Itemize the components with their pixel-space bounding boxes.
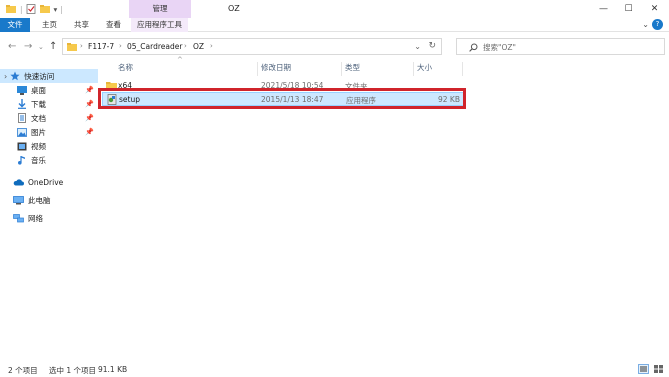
folder-icon[interactable] <box>6 4 16 14</box>
status-item-count: 2 个项目 <box>8 366 38 375</box>
sidebar-item-downloads[interactable]: 下载 📌 <box>0 97 98 111</box>
sidebar-item-network[interactable]: 网络 <box>0 211 98 225</box>
sidebar-item-desktop[interactable]: 桌面 📌 <box>0 83 98 97</box>
recent-locations-button[interactable]: ⌄ <box>38 43 44 51</box>
sidebar-item-label: 视频 <box>31 141 46 151</box>
forward-button[interactable]: → <box>24 41 32 52</box>
help-icon[interactable]: ? <box>652 19 663 30</box>
window-title: OZ <box>228 4 240 13</box>
pin-icon: 📌 <box>85 100 94 108</box>
sidebar-item-quick-access[interactable]: › 快速访问 <box>0 69 98 83</box>
toolbar-separator: | <box>60 4 63 14</box>
maximize-button[interactable]: ☐ <box>616 0 641 18</box>
quick-access-toolbar: | ▾ | <box>6 3 63 15</box>
breadcrumb-separator: › <box>210 42 213 50</box>
pin-icon: 📌 <box>85 114 94 122</box>
sidebar-item-pictures[interactable]: 图片 📌 <box>0 125 98 139</box>
refresh-button[interactable]: ↻ <box>428 41 436 51</box>
sidebar-item-label: OneDrive <box>28 177 64 187</box>
sidebar-item-label: 网络 <box>28 213 43 223</box>
sort-arrow-icon: ^ <box>177 56 183 64</box>
star-icon <box>10 71 20 81</box>
back-button[interactable]: ← <box>8 41 16 52</box>
video-icon <box>17 142 27 150</box>
music-icon <box>18 156 25 165</box>
sidebar-item-videos[interactable]: 视频 <box>0 139 98 153</box>
network-icon <box>13 213 24 222</box>
tab-home[interactable]: 主页 <box>36 18 63 32</box>
sidebar-item-label: 下载 <box>31 99 46 109</box>
sidebar-item-label: 图片 <box>31 127 46 137</box>
tab-share[interactable]: 共享 <box>68 18 95 32</box>
search-icon <box>469 43 478 52</box>
new-folder-icon[interactable] <box>39 4 50 14</box>
column-divider[interactable] <box>257 62 258 76</box>
column-header-modified[interactable]: 修改日期 <box>261 62 291 76</box>
navigation-pane: › 快速访问 桌面 📌 下载 📌 文档 📌 图片 📌 视频 音乐 OneDriv… <box>0 64 98 354</box>
download-icon <box>18 99 26 109</box>
sidebar-item-onedrive[interactable]: OneDrive <box>0 175 98 189</box>
document-icon <box>18 113 26 123</box>
pictures-icon <box>17 127 27 137</box>
sidebar-item-music[interactable]: 音乐 <box>0 153 98 167</box>
minimize-button[interactable]: — <box>591 0 616 18</box>
column-divider[interactable] <box>462 62 463 76</box>
close-button[interactable]: ✕ <box>642 0 667 18</box>
column-header-name[interactable]: 名称 <box>118 62 133 76</box>
breadcrumb-separator: › <box>80 42 83 50</box>
breadcrumb-separator: › <box>119 42 122 50</box>
breadcrumb-item[interactable]: 05_Cardreader <box>127 42 182 51</box>
toolbar-separator: | <box>20 4 23 14</box>
sidebar-item-documents[interactable]: 文档 📌 <box>0 111 98 125</box>
address-dropdown-icon[interactable]: ⌄ <box>414 42 421 51</box>
address-row: ← → ⌄ ↑ › F117-7 › 05_Cardreader › OZ › … <box>0 36 669 58</box>
sidebar-item-label: 音乐 <box>31 155 46 165</box>
search-input[interactable]: 搜索"OZ" <box>456 38 665 55</box>
annotation-highlight-box <box>98 88 466 109</box>
column-header-type[interactable]: 类型 <box>345 62 360 76</box>
tab-application-tools[interactable]: 应用程序工具 <box>131 18 188 32</box>
large-icons-view-icon[interactable] <box>653 364 664 374</box>
pin-icon: 📌 <box>85 128 94 136</box>
details-view-icon[interactable] <box>638 364 649 374</box>
sidebar-item-label: 文档 <box>31 113 46 123</box>
customize-toolbar-icon[interactable]: ▾ <box>54 5 58 14</box>
sidebar-item-label: 桌面 <box>31 85 46 95</box>
properties-icon[interactable] <box>26 4 36 14</box>
sidebar-item-this-pc[interactable]: 此电脑 <box>0 193 98 207</box>
status-selection-size: 91.1 KB <box>98 365 128 374</box>
title-bar: | ▾ | 管理 OZ — ☐ ✕ <box>0 0 669 18</box>
ribbon-tabs: 文件 主页 共享 查看 应用程序工具 ⌄ ? <box>0 18 669 32</box>
search-placeholder: 搜索"OZ" <box>483 43 516 52</box>
breadcrumb-item[interactable]: F117-7 <box>88 42 114 51</box>
column-divider[interactable] <box>413 62 414 76</box>
column-divider[interactable] <box>341 62 342 76</box>
breadcrumb-separator: › <box>184 42 187 50</box>
status-bar: 2 个项目 选中 1 个项目 91.1 KB <box>0 361 669 377</box>
folder-icon <box>67 43 77 51</box>
breadcrumb-item[interactable]: OZ <box>193 42 204 51</box>
desktop-icon <box>17 85 27 95</box>
collapse-ribbon-icon[interactable]: ⌄ <box>642 20 649 29</box>
sidebar-item-label: 快速访问 <box>24 71 55 81</box>
up-button[interactable]: ↑ <box>49 41 57 52</box>
tab-file[interactable]: 文件 <box>0 18 30 32</box>
sidebar-item-label: 此电脑 <box>28 195 51 205</box>
column-header-size[interactable]: 大小 <box>417 62 432 76</box>
pin-icon: 📌 <box>85 86 94 94</box>
cloud-icon <box>13 179 24 186</box>
address-bar[interactable]: › F117-7 › 05_Cardreader › OZ › ⌄ ↻ <box>62 38 442 55</box>
tab-view[interactable]: 查看 <box>100 18 127 32</box>
computer-icon <box>13 195 24 204</box>
context-tab-group-header: 管理 <box>129 0 191 18</box>
status-selection: 选中 1 个项目 <box>49 366 97 375</box>
